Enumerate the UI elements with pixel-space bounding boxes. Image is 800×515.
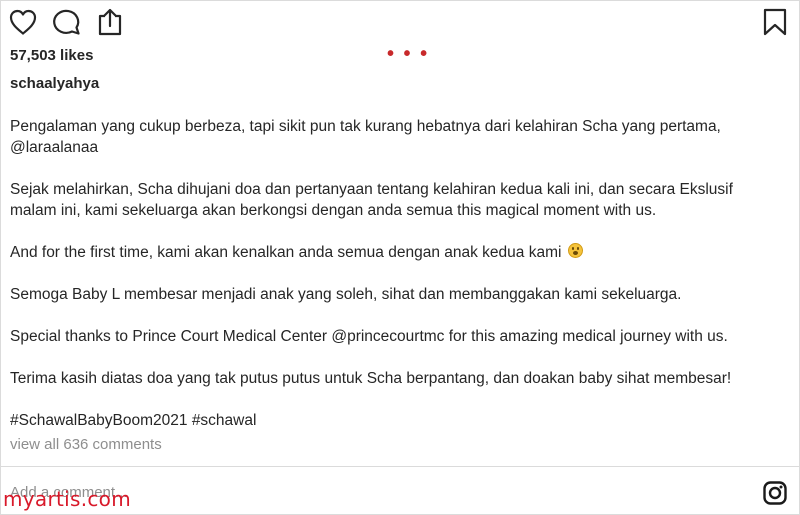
heart-icon[interactable] bbox=[8, 8, 38, 36]
bookmark-icon[interactable] bbox=[762, 8, 788, 36]
instagram-logo-icon bbox=[763, 481, 787, 510]
speech-bubble-icon[interactable] bbox=[52, 8, 82, 36]
view-all-comments-link[interactable]: view all 636 comments bbox=[10, 436, 162, 453]
caption-paragraph: Sejak melahirkan, Scha dihujani doa dan … bbox=[10, 179, 790, 221]
hashtag-links[interactable]: #SchawalBabyBoom2021 #schawal bbox=[10, 412, 256, 429]
more-options-dots[interactable]: • • • bbox=[387, 44, 429, 64]
caption-paragraph: And for the first time, kami akan kenalk… bbox=[10, 242, 790, 263]
caption-text: Terima kasih diatas doa yang tak putus p… bbox=[10, 370, 732, 387]
caption-paragraph: Terima kasih diatas doa yang tak putus p… bbox=[10, 368, 790, 389]
hashtags: #SchawalBabyBoom2021 #schawal bbox=[10, 410, 790, 431]
post-username[interactable]: schaalyahya bbox=[10, 75, 99, 92]
caption-text: Special thanks to Prince Court Medical C… bbox=[10, 328, 728, 345]
likes-count[interactable]: 57,503 likes bbox=[10, 47, 93, 64]
caption-paragraph: Semoga Baby L membesar menjadi anak yang… bbox=[10, 284, 790, 305]
caption-text: Semoga Baby L membesar menjadi anak yang… bbox=[10, 286, 682, 303]
share-icon[interactable] bbox=[96, 7, 124, 37]
action-bar bbox=[0, 0, 800, 42]
caption-paragraph: Pengalaman yang cukup berbeza, tapi siki… bbox=[10, 116, 790, 158]
watermark-text: myartis.com bbox=[3, 487, 131, 511]
caption-text: Pengalaman yang cukup berbeza, tapi siki… bbox=[10, 118, 721, 135]
post-caption: Pengalaman yang cukup berbeza, tapi siki… bbox=[10, 116, 790, 431]
caption-paragraph: Special thanks to Prince Court Medical C… bbox=[10, 326, 790, 347]
caption-text: And for the first time, kami akan kenalk… bbox=[10, 244, 562, 261]
caption-text: malam ini, kami sekeluarga akan berkongs… bbox=[10, 202, 657, 219]
caption-text: Sejak melahirkan, Scha dihujani doa dan … bbox=[10, 181, 733, 198]
astonished-face-emoji bbox=[567, 243, 583, 258]
mention-link[interactable]: @laraalanaa bbox=[10, 139, 98, 156]
divider bbox=[0, 466, 800, 467]
